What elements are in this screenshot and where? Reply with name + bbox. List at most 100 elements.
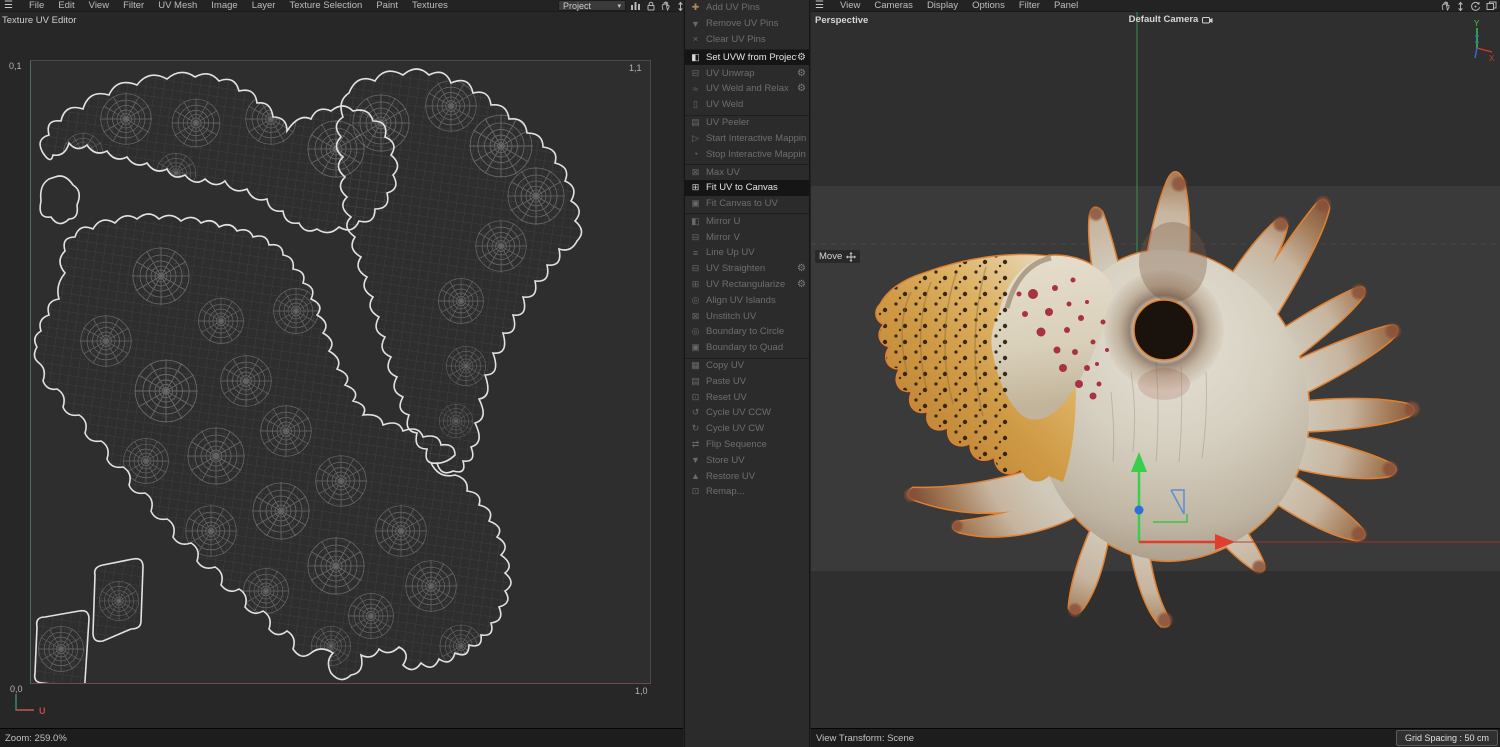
command-set-uvw-from-projection[interactable]: ◧ Set UVW from Projection ⚙ [685,49,809,65]
command-fit-canvas-to-uv[interactable]: ▣ Fit Canvas to UV ⚙ [685,196,809,212]
command-icon: ≡ [689,248,702,258]
command-uv-rectangularize[interactable]: ⊞ UV Rectangularize ⚙ [685,277,809,293]
command-icon: ⊟ [689,263,702,274]
orientation-axis-gizmo: Y X [1462,18,1496,62]
command-boundary-to-circle[interactable]: ◎ Boundary to Circle ⚙ [685,324,809,340]
application-window: ☰ File Edit View Filter UV Mesh Image Layer Tex… [0,0,1500,747]
menu-item-options[interactable]: Options [972,0,1005,11]
menu-item-paint[interactable]: Paint [376,0,398,11]
command-icon: ▣ [689,342,702,353]
command-label: Unstitch UV [706,311,806,322]
swap-vertical-icon[interactable] [676,1,685,12]
swap-vertical-icon[interactable] [1456,1,1465,12]
menu-item-cameras[interactable]: Cameras [874,0,913,11]
command-label: Flip Sequence [706,439,806,450]
menu-item-view[interactable]: View [89,0,109,11]
histogram-icon[interactable] [630,1,641,11]
uv-canvas[interactable] [30,60,651,684]
maximize-icon[interactable] [1486,1,1497,11]
menu-item-textures[interactable]: Textures [412,0,448,11]
menu-item-edit[interactable]: Edit [58,0,74,11]
command-label: UV Weld [706,99,806,110]
command-icon: ▼ [689,455,702,465]
command-cycle-uv-ccw[interactable]: ↺ Cycle UV CCW ⚙ [685,405,809,421]
gear-icon[interactable]: ⚙ [797,83,806,94]
command-uv-weld-and-relax[interactable]: ≈ UV Weld and Relax ⚙ [685,81,809,97]
command-restore-uv[interactable]: ▲ Restore UV ⚙ [685,468,809,484]
gear-icon[interactable]: ⚙ [797,263,806,274]
camera-label[interactable]: Default Camera [1106,14,1236,25]
command-clear-uv-pins[interactable]: × Clear UV Pins ⚙ [685,32,809,48]
command-mirror-v[interactable]: ⊟ Mirror V ⚙ [685,229,809,245]
gear-icon[interactable]: ⚙ [797,52,806,63]
viewport-3d-view[interactable]: Perspective Default Camera Move [811,12,1500,728]
command-icon: ◧ [689,52,702,63]
command-cycle-uv-cw[interactable]: ↻ Cycle UV CW ⚙ [685,421,809,437]
command-label: Add UV Pins [706,2,806,13]
command-uv-weld[interactable]: ▯ UV Weld ⚙ [685,97,809,113]
menu-item-filter[interactable]: Filter [1019,0,1040,11]
rotate-icon[interactable] [1470,1,1481,12]
lock-icon[interactable] [646,1,656,11]
command-start-interactive-mapping[interactable]: ▷ Start Interactive Mapping ⚙ [685,130,809,146]
command-label: Restore UV [706,471,806,482]
command-reset-uv[interactable]: ⊡ Reset UV ⚙ [685,389,809,405]
uv-corner-11: 1,1 [629,63,642,73]
uv-corner-01: 0,1 [9,61,22,71]
hand-icon[interactable] [661,1,671,11]
command-mirror-u[interactable]: ◧ Mirror U ⚙ [685,213,809,229]
project-dropdown[interactable]: Project▾ [558,0,626,11]
command-remap[interactable]: ⊡ Remap... ⚙ [685,484,809,500]
menu-item-filter[interactable]: Filter [123,0,144,11]
command-label: Line Up UV [706,247,806,258]
command-icon: ⊠ [689,167,702,178]
command-icon: ⊞ [689,279,702,290]
command-label: Fit UV to Canvas [706,182,806,193]
command-store-uv[interactable]: ▼ Store UV ⚙ [685,452,809,468]
active-tool-label: Move [815,250,860,263]
gear-icon[interactable]: ⚙ [797,68,806,79]
uv-editor-menu: File Edit View Filter UV Mesh Image Layer Textu… [29,0,448,11]
menu-item-image[interactable]: Image [211,0,237,11]
command-flip-sequence[interactable]: ⇄ Flip Sequence ⚙ [685,437,809,453]
menu-item-layer[interactable]: Layer [252,0,276,11]
gear-icon[interactable]: ⚙ [797,279,806,290]
menu-item-file[interactable]: File [29,0,44,11]
command-boundary-to-quad[interactable]: ▣ Boundary to Quad ⚙ [685,340,809,356]
panel-menu-icon[interactable]: ☰ [4,0,13,11]
command-icon: ↺ [689,407,702,418]
command-paste-uv[interactable]: ▤ Paste UV ⚙ [685,373,809,389]
axis-x-label: X [1489,54,1495,62]
command-remove-uv-pins[interactable]: ▼ Remove UV Pins ⚙ [685,16,809,32]
command-icon: ◔ [689,149,702,159]
command-copy-uv[interactable]: ▦ Copy UV ⚙ [685,358,809,374]
hand-icon[interactable] [1441,1,1451,11]
command-label: Remap... [706,486,806,497]
command-icon: ⊡ [689,392,702,403]
command-stop-interactive-mapping[interactable]: ◔ Stop Interactive Mapping ⚙ [685,146,809,162]
command-add-uv-pins[interactable]: ✚ Add UV Pins ⚙ [685,0,809,16]
command-label: Cycle UV CW [706,423,806,434]
u-axis-label: U [39,706,46,716]
panel-menu-icon[interactable]: ☰ [815,0,824,11]
menu-item-uv-mesh[interactable]: UV Mesh [158,0,197,11]
uv-command-list: ✚ Add UV Pins ⚙ ▼ Remove UV Pins ⚙ × Cle… [685,0,809,500]
command-label: Reset UV [706,392,806,403]
command-unstitch-uv[interactable]: ⊠ Unstitch UV ⚙ [685,308,809,324]
command-uv-peeler[interactable]: ▤ UV Peeler ⚙ [685,115,809,131]
viewport-statusbar: View Transform: Scene Grid Spacing : 50 … [811,728,1500,747]
menu-item-display[interactable]: Display [927,0,958,11]
command-label: UV Rectangularize [706,279,797,290]
command-line-up-uv[interactable]: ≡ Line Up UV ⚙ [685,245,809,261]
command-icon: ⊠ [689,311,702,322]
menu-item-panel[interactable]: Panel [1054,0,1078,11]
command-uv-straighten[interactable]: ⊟ UV Straighten ⚙ [685,261,809,277]
command-icon: ⊟ [689,232,702,243]
menu-item-view[interactable]: View [840,0,860,11]
command-align-uv-islands[interactable]: ◎ Align UV Islands ⚙ [685,292,809,308]
command-max-uv[interactable]: ⊠ Max UV ⚙ [685,164,809,180]
menu-item-texture-selection[interactable]: Texture Selection [289,0,362,11]
grid-spacing-badge[interactable]: Grid Spacing : 50 cm [1396,730,1498,746]
command-uv-unwrap[interactable]: ⊟ UV Unwrap ⚙ [685,65,809,81]
command-fit-uv-to-canvas[interactable]: ⊞ Fit UV to Canvas ⚙ [685,180,809,196]
